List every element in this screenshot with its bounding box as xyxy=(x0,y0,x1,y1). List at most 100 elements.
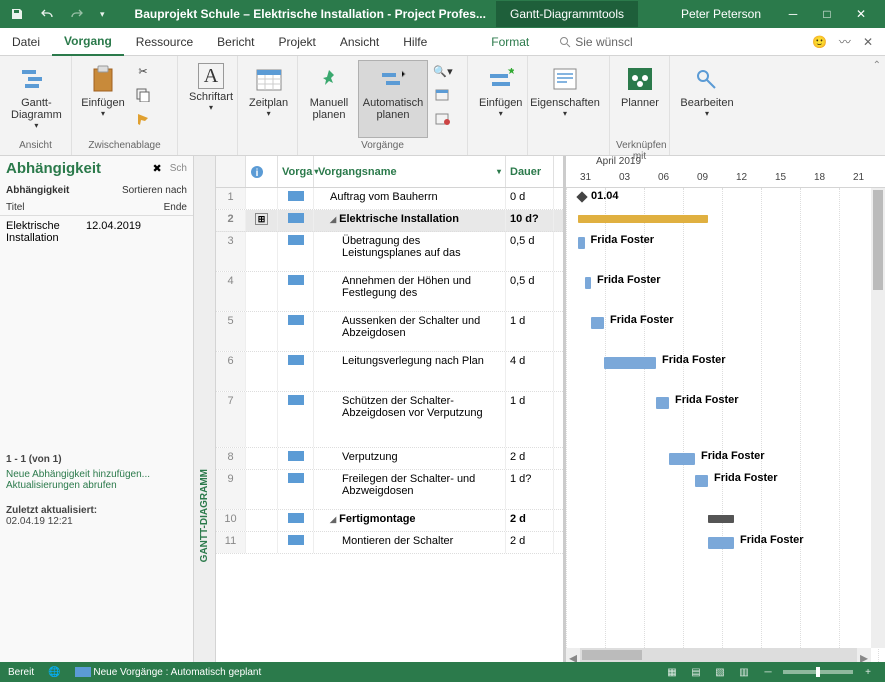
properties-button[interactable]: Eigenschaften ▾ xyxy=(534,60,596,138)
view-board-icon[interactable]: ▧ xyxy=(711,667,729,678)
col-duration[interactable]: Dauer xyxy=(506,156,554,187)
gantt-milestone[interactable] xyxy=(576,191,587,202)
close-button[interactable]: ✕ xyxy=(847,7,875,21)
panel-subheading-a: Abhängigkeit xyxy=(6,185,69,196)
collapse-ribbon-icon[interactable]: 〰 xyxy=(839,33,851,50)
timescale-day: 12 xyxy=(722,172,761,188)
minimize-button[interactable]: ─ xyxy=(779,7,807,21)
redo-icon[interactable] xyxy=(66,5,88,23)
tab-bericht[interactable]: Bericht xyxy=(205,29,266,55)
tab-hilfe[interactable]: Hilfe xyxy=(391,29,439,55)
task-row[interactable]: 3Übetragung des Leistungsplanes auf das0… xyxy=(216,232,563,272)
tab-vorgang[interactable]: Vorgang xyxy=(52,28,124,56)
view-sheet-icon[interactable]: ▥ xyxy=(735,667,753,678)
restore-button[interactable]: □ xyxy=(813,7,841,21)
panel-sort-link[interactable]: Sortieren nach xyxy=(122,185,187,196)
task-row[interactable]: 7Schützen der Schalter-Abzeigdosen vor V… xyxy=(216,392,563,448)
col-end[interactable]: Ende xyxy=(164,202,187,213)
task-row[interactable]: 1Auftrag vom Bauherrn0 d xyxy=(216,188,563,210)
globe-icon[interactable]: 🌐 xyxy=(48,667,60,678)
gantt-bar[interactable] xyxy=(656,397,669,409)
col-task-name[interactable]: Vorgangsname▾ xyxy=(314,156,506,187)
task-row[interactable]: 9Freilegen der Schalter- und Abzweigdose… xyxy=(216,470,563,510)
add-dependency-link[interactable]: Neue Abhängigkeit hinzufügen... xyxy=(6,469,187,480)
task-row[interactable]: 6Leitungsverlegung nach Plan4 d xyxy=(216,352,563,392)
edit-button[interactable]: Bearbeiten ▾ xyxy=(676,60,738,138)
scroll-right-icon[interactable]: ▸ xyxy=(857,648,871,662)
v-scrollbar-thumb[interactable] xyxy=(873,190,883,290)
schedule-button[interactable]: Zeitplan ▾ xyxy=(244,60,293,138)
view-gantt-icon[interactable]: ▦ xyxy=(663,667,681,678)
format-painter-icon[interactable] xyxy=(132,108,154,130)
collapse-ribbon-button[interactable]: ⌃ xyxy=(869,56,885,155)
panel-search[interactable]: Sch xyxy=(170,163,187,174)
view-usage-icon[interactable]: ▤ xyxy=(687,667,705,678)
dependency-item[interactable]: Elektrische Installation 12.04.2019 xyxy=(0,216,193,248)
document-title: Bauprojekt Schule – Elektrische Installa… xyxy=(135,7,486,21)
auto-mode-icon xyxy=(288,535,304,545)
timescale-day: 18 xyxy=(800,172,839,188)
task-row[interactable]: 10Fertigmontage2 d xyxy=(216,510,563,532)
col-indicator[interactable]: i xyxy=(246,156,278,187)
tab-datei[interactable]: Datei xyxy=(0,29,52,55)
inspect-icon[interactable]: 🔍▾ xyxy=(432,60,454,82)
planner-button[interactable]: Planner xyxy=(616,60,664,138)
scroll-left-icon[interactable]: ◂ xyxy=(566,648,580,662)
gantt-bar[interactable] xyxy=(669,453,695,465)
task-row[interactable]: 2⊞Elektrische Installation10 d? xyxy=(216,210,563,232)
gantt-bar[interactable] xyxy=(578,237,585,249)
zoom-in-icon[interactable]: + xyxy=(859,667,877,678)
h-scrollbar-thumb[interactable] xyxy=(582,650,642,660)
insert-button[interactable]: ★ Einfügen ▾ xyxy=(474,60,527,138)
cut-icon[interactable]: ✂ xyxy=(132,60,154,82)
close-panel-icon[interactable]: ✕ xyxy=(863,35,873,49)
tab-projekt[interactable]: Projekt xyxy=(267,29,328,55)
emoji-icon[interactable]: 🙂 xyxy=(812,35,827,49)
status-schedule-mode[interactable]: Neue Vorgänge : Automatisch geplant xyxy=(75,667,262,678)
contextual-tool-tab[interactable]: Gantt-Diagrammtools xyxy=(496,1,638,27)
auto-schedule-button[interactable]: Automatisch planen xyxy=(358,60,428,138)
gantt-chart[interactable]: April 2019 3103060912151821 01.04Frida F… xyxy=(566,156,885,662)
tab-format[interactable]: Format xyxy=(479,29,541,55)
task-row[interactable]: 4Annehmen der Höhen und Festlegung des0,… xyxy=(216,272,563,312)
gantt-bar[interactable] xyxy=(708,537,734,549)
svg-text:★: ★ xyxy=(507,68,514,77)
manual-schedule-button[interactable]: Manuell planen xyxy=(304,60,354,138)
gantt-bar[interactable] xyxy=(585,277,592,289)
gantt-bar[interactable] xyxy=(695,475,708,487)
undo-icon[interactable] xyxy=(36,5,58,23)
panel-close-icon[interactable]: ✖ xyxy=(153,162,162,175)
copy-icon[interactable] xyxy=(132,84,154,106)
view-vertical-tab[interactable]: GANTT-DIAGRAMM xyxy=(194,156,216,662)
save-icon[interactable] xyxy=(6,5,28,23)
insert-task-icon: ★ xyxy=(485,63,517,95)
title-bar: ▾ Bauprojekt Schule – Elektrische Instal… xyxy=(0,0,885,28)
user-name[interactable]: Peter Peterson xyxy=(681,7,769,21)
status-bar: Bereit 🌐 Neue Vorgänge : Automatisch gep… xyxy=(0,662,885,682)
tell-me-search[interactable]: Sie wünscl xyxy=(559,35,632,49)
mode-icon[interactable] xyxy=(432,108,454,130)
gantt-chart-button[interactable]: Gantt- Diagramm ▾ xyxy=(6,60,67,138)
properties-icon xyxy=(549,63,581,95)
gantt-bar[interactable] xyxy=(708,515,734,523)
tab-ansicht[interactable]: Ansicht xyxy=(328,29,391,55)
font-button[interactable]: A Schriftart ▾ xyxy=(184,60,238,138)
gantt-bar[interactable] xyxy=(604,357,656,369)
gantt-bar[interactable] xyxy=(578,215,708,223)
task-row[interactable]: 5Aussenken der Schalter und Abzeigdosen1… xyxy=(216,312,563,352)
indicator-icon: ⊞ xyxy=(255,213,269,225)
gantt-bar[interactable] xyxy=(591,317,604,329)
paste-button[interactable]: Einfügen ▾ xyxy=(78,60,128,138)
zoom-slider[interactable] xyxy=(783,670,853,674)
move-icon[interactable] xyxy=(432,84,454,106)
col-title[interactable]: Titel xyxy=(6,202,25,213)
task-row[interactable]: 11Montieren der Schalter2 d xyxy=(216,532,563,554)
gantt-resource-label: Frida Foster xyxy=(591,234,655,246)
qat-dropdown-icon[interactable]: ▾ xyxy=(96,7,109,22)
task-row[interactable]: 8Verputzung2 d xyxy=(216,448,563,470)
tab-ressource[interactable]: Ressource xyxy=(124,29,205,55)
zoom-out-icon[interactable]: ─ xyxy=(759,667,777,678)
col-task-mode[interactable]: Vorga▾ xyxy=(278,156,314,187)
refresh-link[interactable]: Aktualisierungen abrufen xyxy=(6,480,187,491)
auto-mode-icon xyxy=(288,513,304,523)
